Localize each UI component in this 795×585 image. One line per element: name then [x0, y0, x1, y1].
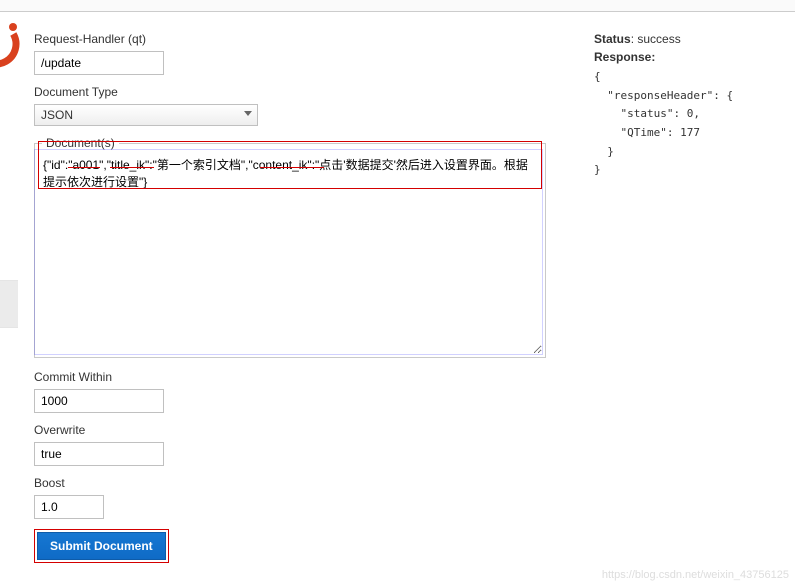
document-type-value: JSON	[41, 108, 73, 122]
commit-within-field: Commit Within	[34, 370, 546, 413]
sidebar-active-stub	[0, 280, 18, 328]
response-column: Status: success Response: { "responseHea…	[594, 32, 794, 563]
watermark: https://blog.csdn.net/weixin_43756125	[602, 569, 789, 581]
document-type-field: Document Type JSON	[34, 85, 546, 126]
form-column: Request-Handler (qt) Document Type JSON …	[34, 32, 546, 563]
boost-field: Boost	[34, 476, 546, 519]
chevron-down-icon	[244, 111, 252, 116]
top-toolbar-edge	[0, 0, 795, 12]
status-line: Status: success	[594, 32, 794, 46]
commit-within-label: Commit Within	[34, 370, 546, 384]
documents-fieldset: Document(s)	[34, 136, 546, 358]
status-value: success	[637, 32, 680, 46]
logo-fragment	[0, 14, 26, 72]
document-type-select[interactable]: JSON	[34, 104, 258, 126]
request-handler-label: Request-Handler (qt)	[34, 32, 546, 46]
documents-textarea[interactable]	[35, 150, 542, 354]
highlight-box-submit: Submit Document	[34, 529, 169, 563]
overwrite-field: Overwrite	[34, 423, 546, 466]
document-type-label: Document Type	[34, 85, 546, 99]
boost-label: Boost	[34, 476, 546, 490]
documents-legend: Document(s)	[42, 136, 119, 150]
main-content: Request-Handler (qt) Document Type JSON …	[0, 12, 795, 563]
request-handler-field: Request-Handler (qt)	[34, 32, 546, 75]
response-label: Response:	[594, 50, 794, 64]
response-body: { "responseHeader": { "status": 0, "QTim…	[594, 68, 794, 180]
status-label: Status	[594, 32, 631, 46]
request-handler-input[interactable]	[34, 51, 164, 75]
overwrite-input[interactable]	[34, 442, 164, 466]
boost-input[interactable]	[34, 495, 104, 519]
submit-document-button[interactable]: Submit Document	[37, 532, 166, 560]
commit-within-input[interactable]	[34, 389, 164, 413]
overwrite-label: Overwrite	[34, 423, 546, 437]
